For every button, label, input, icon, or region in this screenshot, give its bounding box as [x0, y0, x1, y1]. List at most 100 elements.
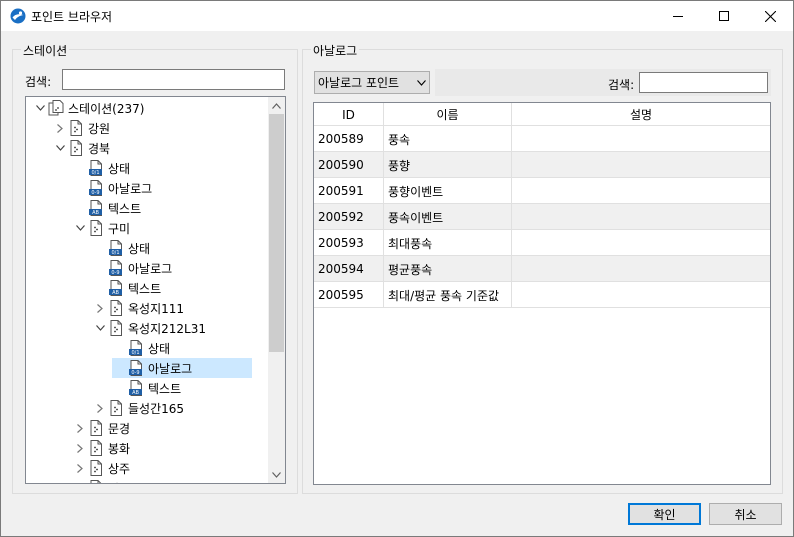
tree-node[interactable]: 문경	[72, 418, 130, 438]
tree-node[interactable]: 상주	[72, 458, 130, 478]
svg-text:0-9: 0-9	[131, 370, 139, 376]
points-grid: ID 이름 설명 200589 풍속 200590 풍향 200591 풍향이벤트 2005…	[313, 102, 771, 485]
cell-name: 풍속이벤트	[384, 204, 512, 230]
chevron-down-icon[interactable]	[92, 320, 108, 336]
station-node-icon	[88, 440, 104, 456]
close-button[interactable]	[747, 1, 793, 31]
chevron-right-icon[interactable]	[72, 460, 88, 476]
cell-id: 200595	[314, 282, 384, 308]
point-search-input[interactable]	[639, 72, 768, 93]
station-node-icon	[68, 120, 84, 136]
tree-node[interactable]: 0-9 아날로그	[112, 358, 252, 378]
dropdown-arrow-icon	[413, 79, 429, 86]
scroll-down-button[interactable]	[268, 466, 285, 483]
chevron-right-icon[interactable]	[72, 480, 88, 483]
tree-node[interactable]: 봉화	[72, 438, 130, 458]
tree-node[interactable]: 0/1 상태	[92, 238, 150, 258]
tree-node[interactable]: 0-9 아날로그	[92, 258, 172, 278]
tree-node[interactable]: AB 텍스트	[112, 378, 181, 398]
tree-node[interactable]: 0/1 상태	[72, 158, 130, 178]
tree-node[interactable]: 0/1 상태	[112, 338, 170, 358]
column-header-description[interactable]: 설명	[512, 103, 770, 126]
cancel-button[interactable]: 취소	[709, 503, 782, 525]
tree-node[interactable]: AB 텍스트	[72, 198, 141, 218]
tree-node[interactable]: 옥성지111	[92, 298, 184, 318]
tree-node-label: 영주	[108, 480, 130, 484]
station-search-input[interactable]	[62, 69, 285, 90]
analog-point-icon: 0-9	[128, 360, 144, 376]
chevron-right-icon[interactable]	[92, 300, 108, 316]
chevron-down-icon[interactable]	[52, 140, 68, 156]
scroll-up-button[interactable]	[268, 97, 285, 114]
svg-text:AB: AB	[112, 290, 119, 296]
cell-id: 200589	[314, 126, 384, 152]
tree-node[interactable]: 경북	[52, 138, 110, 158]
chevron-down-icon[interactable]	[72, 220, 88, 236]
column-header-name[interactable]: 이름	[384, 103, 512, 126]
cell-description	[512, 282, 770, 308]
chevron-right-icon[interactable]	[72, 420, 88, 436]
cell-id: 200590	[314, 152, 384, 178]
station-node-icon	[88, 220, 104, 236]
table-row[interactable]: 200590 풍향	[314, 152, 770, 178]
cell-name: 풍향	[384, 152, 512, 178]
station-node-icon	[88, 420, 104, 436]
status-point-icon: 0/1	[108, 240, 124, 256]
tree-node[interactable]: 옥성지212L31	[92, 318, 206, 338]
tree-node[interactable]: 들성간165	[92, 398, 184, 418]
tree-node[interactable]: 강원	[52, 118, 110, 138]
table-row[interactable]: 200589 풍속	[314, 126, 770, 152]
station-tree: 스테이션(237) 강원 경북 0/1 상태 0-9 아날로그 AB 텍스트 구미 0/1 상태 0-9…	[25, 96, 286, 484]
point-search-label: 검색:	[608, 78, 635, 92]
tree-node[interactable]: 영주	[72, 478, 130, 483]
table-row[interactable]: 200592 풍속이벤트	[314, 204, 770, 230]
tree-node-label: 경북	[88, 141, 111, 156]
app-logo-icon	[10, 8, 26, 24]
column-header-id[interactable]: ID	[314, 103, 384, 126]
table-row[interactable]: 200591 풍향이벤트	[314, 178, 770, 204]
table-row[interactable]: 200593 최대풍속	[314, 230, 770, 256]
tree-vertical-scrollbar[interactable]	[268, 97, 285, 483]
tree-node-label: 들성간165	[128, 401, 185, 416]
scroll-thumb[interactable]	[269, 114, 284, 352]
tree-node[interactable]: 0-9 아날로그	[72, 178, 152, 198]
close-icon	[764, 10, 776, 22]
chevron-right-icon[interactable]	[52, 120, 68, 136]
analog-group-label: 아날로그	[311, 42, 360, 59]
chevron-down-icon[interactable]	[32, 100, 48, 116]
svg-text:0/1: 0/1	[111, 250, 119, 256]
station-node-icon	[108, 300, 124, 316]
cell-name: 풍속	[384, 126, 512, 152]
tree-node-label: 상태	[148, 341, 171, 356]
tree-node[interactable]: 구미	[72, 218, 130, 238]
status-point-icon: 0/1	[88, 160, 104, 176]
table-row[interactable]: 200594 평균풍속	[314, 256, 770, 282]
svg-text:0-9: 0-9	[91, 190, 99, 196]
cell-name: 풍향이벤트	[384, 178, 512, 204]
chevron-right-icon[interactable]	[92, 400, 108, 416]
table-row[interactable]: 200595 최대/평균 풍속 기준값	[314, 282, 770, 308]
tree-node-label: 옥성지111	[128, 301, 185, 316]
station-node-icon	[108, 400, 124, 416]
maximize-button[interactable]	[701, 1, 747, 31]
tree-node-label: 상주	[108, 461, 131, 476]
tree-node[interactable]: AB 텍스트	[92, 278, 161, 298]
station-root-icon	[48, 100, 64, 116]
tree-node-label: 문경	[108, 421, 131, 436]
tree-node[interactable]: 스테이션(237)	[32, 98, 144, 118]
point-type-dropdown[interactable]: 아날로그 포인트	[314, 71, 430, 94]
chevron-up-icon	[272, 102, 281, 109]
ok-button[interactable]: 확인	[628, 503, 701, 525]
station-node-icon	[88, 460, 104, 476]
chevron-right-icon[interactable]	[72, 440, 88, 456]
minimize-button[interactable]	[655, 1, 701, 31]
text-point-icon: AB	[88, 200, 104, 216]
tree-node-label: 상태	[128, 241, 151, 256]
tree-node-label: 상태	[108, 161, 131, 176]
cell-description	[512, 230, 770, 256]
